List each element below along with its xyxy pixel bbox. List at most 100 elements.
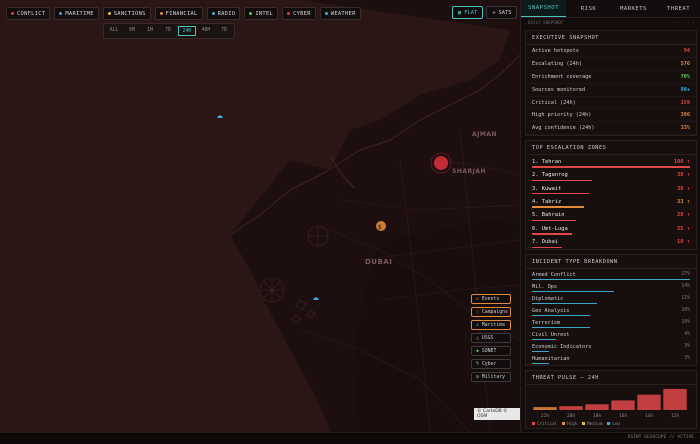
layer-label: Campaigns bbox=[481, 309, 508, 315]
time-option[interactable]: ALL bbox=[106, 26, 122, 34]
incident-label: Mil. Ops bbox=[532, 283, 557, 290]
zone-bar bbox=[532, 166, 690, 168]
map-view[interactable]: $ AJMAN SHARJAH DUBAI CONFLICT MARITIME SA… bbox=[0, 0, 520, 432]
escalation-zone-row[interactable]: 2. Taganrog 38 ↑ bbox=[526, 169, 696, 182]
layer-toggle-campaigns[interactable]: ◌ Campaigns bbox=[471, 307, 511, 317]
time-option[interactable]: 6M bbox=[124, 26, 140, 34]
pulse-bar bbox=[559, 406, 583, 410]
incident-bar bbox=[532, 278, 690, 280]
snapshot-value: 33% bbox=[680, 125, 690, 132]
svg-text:$: $ bbox=[378, 224, 382, 231]
layer-label: Events bbox=[481, 296, 500, 302]
escalation-zone-row[interactable]: 6. Umt-Luga 25 ↑ bbox=[526, 222, 696, 235]
dot-icon bbox=[11, 12, 14, 15]
layer-toggles: ◇ Events ◌ Campaigns ⚓ Maritime △ USGS ◆ SONET ϟ Cy… bbox=[471, 294, 511, 382]
zone-score: 25 ↑ bbox=[677, 225, 690, 232]
time-option[interactable]: 1M bbox=[142, 26, 158, 34]
incident-bar bbox=[532, 302, 597, 304]
tab-markets[interactable]: MARKETS bbox=[611, 0, 656, 17]
dot-icon bbox=[107, 12, 111, 15]
pulse-bar bbox=[637, 394, 661, 410]
zone-score: 19 ↑ bbox=[677, 239, 690, 246]
layer-icon: ◎ bbox=[476, 374, 479, 380]
filter-chip-intel[interactable]: INTEL bbox=[244, 7, 279, 20]
layer-icon: △ bbox=[476, 335, 479, 341]
time-option[interactable]: 7D bbox=[160, 26, 176, 34]
zone-score: 100 ↑ bbox=[673, 158, 690, 165]
incident-type-row: Geo Analysis 10% bbox=[526, 305, 696, 317]
escalation-zone-row[interactable]: 3. Kuwait 36 ↑ bbox=[526, 182, 696, 195]
escalation-zone-row[interactable]: 4. Tabriz 33 ↑ bbox=[526, 195, 696, 208]
time-option[interactable]: 7D bbox=[216, 26, 232, 34]
layer-toggle-cyber[interactable]: ϟ Cyber bbox=[471, 359, 511, 369]
incident-type-row: Mil. Ops 14% bbox=[526, 281, 696, 293]
status-bar: OSINT GEOSCOPE // ACTIVE bbox=[0, 432, 700, 444]
legend-item: Critical bbox=[532, 421, 557, 426]
incident-bar bbox=[532, 350, 550, 352]
layer-label: SONET bbox=[481, 348, 497, 354]
dot-icon bbox=[249, 12, 253, 15]
threat-pulse-title: THREAT PULSE — 24H bbox=[526, 371, 696, 385]
snapshot-label: Critical (24h) bbox=[532, 99, 576, 106]
side-panel: SNAPSHOT RISK MARKETS THREAT DAILY SNAPSHOT… bbox=[520, 0, 700, 432]
incident-count: 10% bbox=[681, 308, 690, 314]
escalation-zone-row[interactable]: 7. Dubai 19 ↑ bbox=[526, 236, 696, 249]
zone-score: 38 ↑ bbox=[677, 172, 690, 179]
incident-label: Geo Analysis bbox=[532, 307, 570, 314]
sats-view-button[interactable]: ✛ SATS bbox=[486, 6, 518, 19]
pulse-bar bbox=[611, 400, 635, 410]
pulse-tick-label: 20h bbox=[567, 413, 576, 419]
incident-label: Terrorism bbox=[532, 319, 561, 326]
filter-chip-label: MARITIME bbox=[65, 10, 94, 17]
escalation-zone-row[interactable]: 5. Bahrain 28 ↑ bbox=[526, 209, 696, 222]
tab-threat[interactable]: THREAT bbox=[656, 0, 700, 17]
snapshot-label: Sources monitored bbox=[532, 86, 586, 93]
layer-toggle-events[interactable]: ◇ Events bbox=[471, 294, 511, 304]
time-option[interactable]: 48H bbox=[198, 26, 214, 34]
filter-chip-financial[interactable]: FINANCIAL bbox=[154, 7, 203, 20]
layer-toggle-sonet[interactable]: ◆ SONET bbox=[471, 346, 511, 356]
flat-view-button[interactable]: ▦ FLAT bbox=[452, 6, 484, 19]
incident-count: 14% bbox=[681, 284, 690, 290]
threat-pulse-svg: 22h 20h 18h 16h 14h 12h bbox=[533, 388, 687, 419]
map-label-dubai: DUBAI bbox=[365, 258, 393, 266]
incident-count: 3% bbox=[684, 344, 690, 350]
category-filter-bar: CONFLICT MARITIME SANCTIONS FINANCIAL RADIO I… bbox=[6, 7, 361, 20]
map-label-ajman: AJMAN bbox=[472, 131, 498, 138]
filter-chip-label: WEATHER bbox=[330, 10, 356, 17]
dot-icon bbox=[211, 12, 215, 15]
legend-label: High bbox=[567, 420, 578, 426]
incident-count: 3% bbox=[684, 356, 690, 362]
filter-chip-sanctions[interactable]: SANCTIONS bbox=[102, 7, 151, 20]
incident-label: Armed Conflict bbox=[532, 271, 576, 278]
incident-bar bbox=[532, 338, 556, 340]
filter-chip-cyber[interactable]: CYBER bbox=[282, 7, 316, 20]
tab-risk[interactable]: RISK bbox=[566, 0, 611, 17]
map-canvas: $ bbox=[0, 0, 520, 432]
zone-label: 5. Bahrain bbox=[532, 212, 565, 219]
incident-count: 10% bbox=[681, 320, 690, 326]
legend-swatch bbox=[532, 421, 535, 425]
time-option[interactable]: 24H bbox=[178, 26, 196, 36]
layer-toggle-military[interactable]: ◎ Military bbox=[471, 372, 511, 382]
filter-chip-weather[interactable]: WEATHER bbox=[319, 7, 361, 20]
escalation-zone-row[interactable]: 1. Tehran 100 ↑ bbox=[526, 155, 696, 168]
pulse-tick-label: 16h bbox=[619, 413, 628, 419]
filter-chip-radio[interactable]: RADIO bbox=[206, 7, 241, 20]
layer-toggle-maritime[interactable]: ⚓ Maritime bbox=[471, 320, 511, 330]
threat-pulse-chart: 22h 20h 18h 16h 14h 12h bbox=[532, 385, 690, 419]
filter-chip-maritime[interactable]: MARITIME bbox=[54, 7, 99, 20]
snapshot-value: 576 bbox=[680, 60, 690, 67]
snapshot-value: 159 bbox=[680, 99, 690, 106]
legend-swatch bbox=[562, 421, 566, 425]
layer-toggle-usgs[interactable]: △ USGS bbox=[471, 333, 511, 343]
tab-snapshot[interactable]: SNAPSHOT bbox=[521, 0, 566, 17]
filter-chip-conflict[interactable]: CONFLICT bbox=[6, 7, 51, 20]
zone-score: 36 ↑ bbox=[677, 185, 690, 192]
snapshot-label: Enrichment coverage bbox=[532, 73, 592, 80]
incident-type-row: Civil Unrest 4% bbox=[526, 329, 696, 341]
filter-chip-label: FINANCIAL bbox=[165, 10, 198, 17]
threat-pulse-card: THREAT PULSE — 24H 22h 20h 18h 16h 14h 12h Cr… bbox=[525, 369, 697, 429]
zone-score: 33 ↑ bbox=[677, 199, 690, 206]
layer-icon: ◇ bbox=[476, 296, 479, 302]
